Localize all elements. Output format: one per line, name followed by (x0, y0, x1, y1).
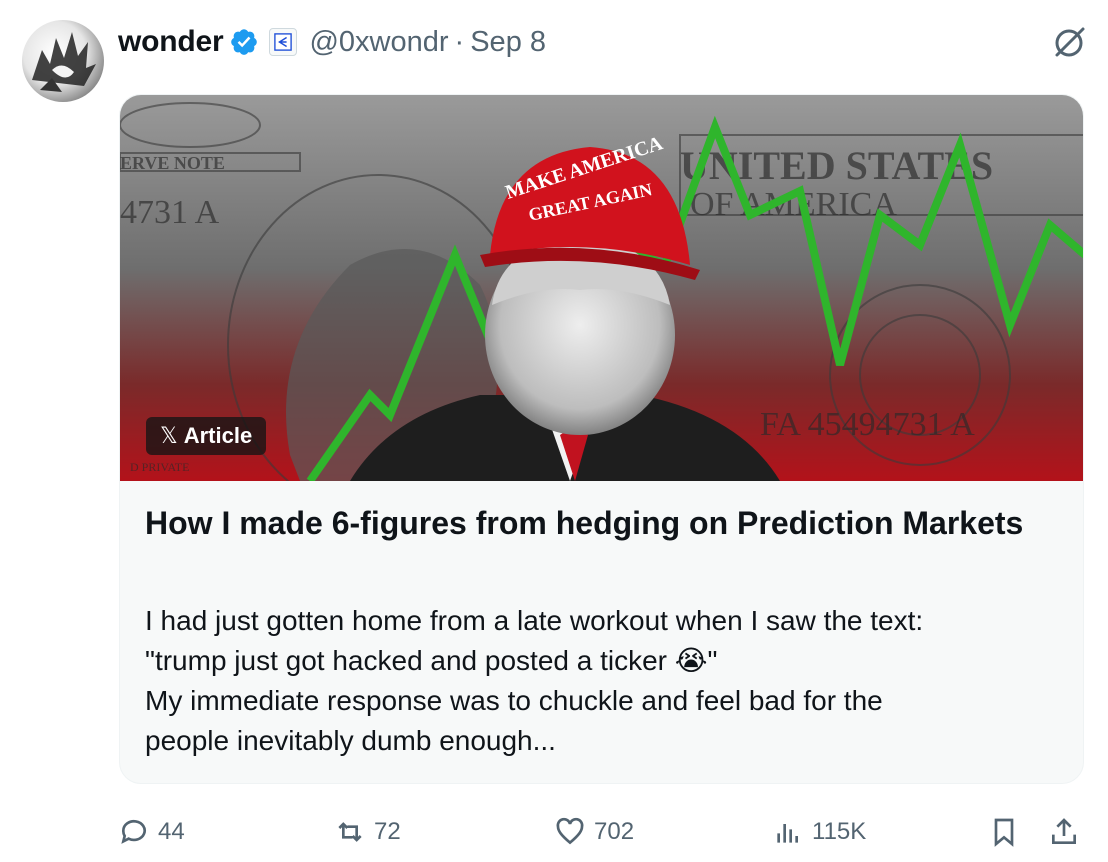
article-cover-image[interactable]: ERVE NOTE 4731 A UNITED STATES OF AMERIC… (120, 95, 1083, 481)
tweet-date[interactable]: Sep 8 (470, 26, 546, 59)
views-count: 115K (812, 818, 867, 845)
reply-icon (121, 819, 146, 844)
views-button[interactable]: 115K (772, 810, 866, 854)
author-handle[interactable]: @0xwondr (309, 26, 448, 59)
article-badge: 𝕏 Article (146, 417, 267, 455)
affiliate-icon[interactable] (269, 28, 298, 56)
separator-dot: · (454, 25, 465, 58)
reply-button[interactable]: 44 (118, 810, 185, 854)
reply-count: 44 (158, 818, 185, 845)
excerpt-line: people inevitably dumb enough... (145, 725, 556, 756)
bookmark-icon (994, 818, 1014, 847)
share-icon (1052, 818, 1076, 844)
svg-text:D PRIVATE: D PRIVATE (130, 460, 189, 474)
bookmark-button[interactable] (988, 810, 1028, 854)
article-card[interactable]: ERVE NOTE 4731 A UNITED STATES OF AMERIC… (119, 94, 1084, 784)
repost-count: 72 (374, 818, 401, 845)
repost-icon (338, 822, 362, 842)
excerpt-line: "trump just got hacked and posted a tick… (145, 645, 718, 676)
svg-text:4731 A: 4731 A (120, 194, 220, 231)
avatar[interactable] (22, 20, 104, 102)
tweet-actions: 44 72 702 115K (118, 810, 1088, 854)
svg-text:ERVE NOTE: ERVE NOTE (120, 153, 225, 173)
tweet-header: wonder @0xwondr · Sep 8 (118, 22, 1078, 62)
author-name[interactable]: wonder (118, 25, 224, 59)
article-badge-label: Article (183, 423, 253, 448)
grok-icon[interactable] (1052, 24, 1088, 60)
verified-badge-icon[interactable] (229, 27, 259, 57)
article-excerpt: I had just gotten home from a late worko… (145, 601, 1045, 761)
article-title[interactable]: How I made 6-figures from hedging on Pre… (145, 503, 1045, 543)
views-icon (777, 824, 798, 843)
like-count: 702 (594, 818, 635, 845)
excerpt-line: My immediate response was to chuckle and… (145, 685, 883, 716)
share-button[interactable] (1048, 810, 1088, 854)
svg-text:FA 45494731 A: FA 45494731 A (760, 406, 975, 443)
like-icon (556, 817, 584, 845)
like-button[interactable]: 702 (554, 810, 634, 854)
x-logo-icon: 𝕏 (160, 423, 178, 448)
excerpt-line: I had just gotten home from a late worko… (145, 605, 924, 636)
repost-button[interactable]: 72 (334, 810, 401, 854)
